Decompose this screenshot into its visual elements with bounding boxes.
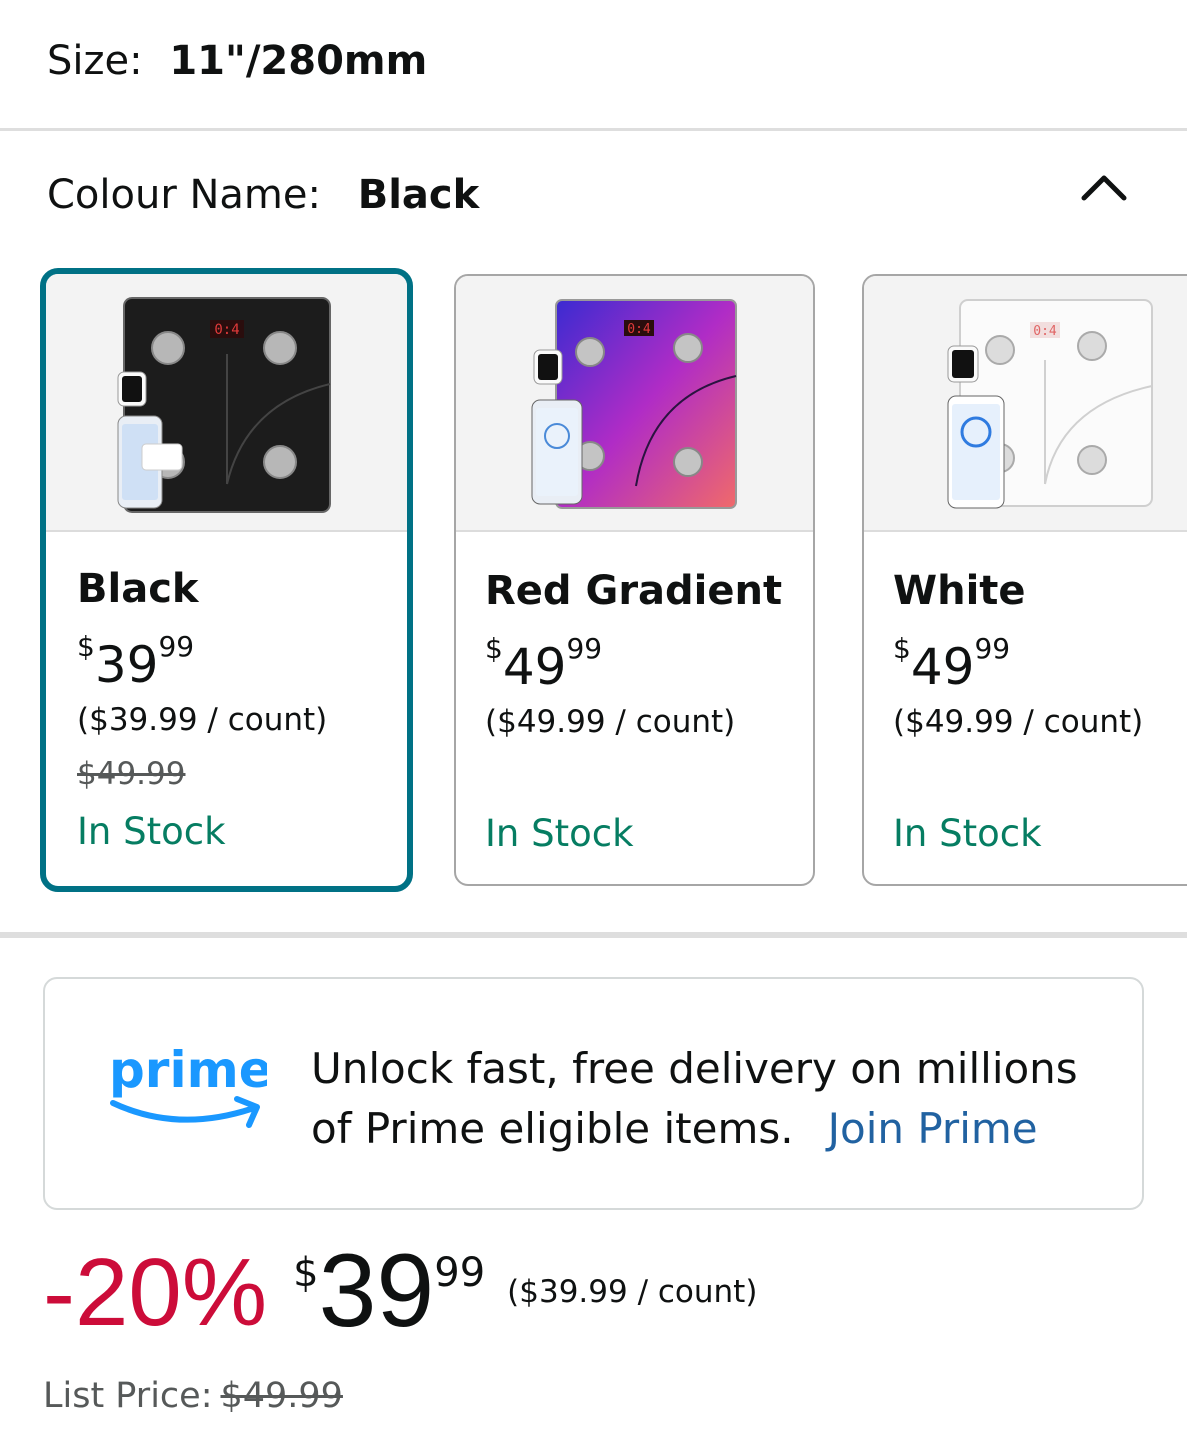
chevron-up-icon[interactable] — [1078, 168, 1130, 204]
price-whole: 39 — [318, 1233, 435, 1349]
colour-selector-header: Colour Name: Black — [47, 172, 479, 218]
buybox-price: -20% $3999 ($39.99 / count) — [43, 1233, 758, 1357]
scale-image-red-gradient: 0:4 — [531, 299, 737, 509]
prime-logo: prime — [109, 1041, 267, 1128]
product-image: 0:4 — [456, 276, 813, 532]
size-label: Size: — [47, 38, 143, 84]
swatch-name: Black — [77, 566, 199, 612]
swatch-unit-price: ($49.99 / count) — [485, 704, 736, 740]
list-price: List Price: $49.99 — [43, 1376, 343, 1416]
swatch-price: $4999 — [893, 632, 1011, 696]
prime-message-line-1: Unlock fast, free delivery on millions — [311, 1044, 1078, 1093]
prime-promo-card: prime Unlock fast, free delivery on mill… — [43, 977, 1144, 1210]
svg-text:prime: prime — [109, 1041, 267, 1099]
swatch-price: $4999 — [485, 632, 603, 696]
list-price-value: $49.99 — [220, 1376, 343, 1416]
svg-text:0:4: 0:4 — [627, 322, 651, 337]
swatch-availability: In Stock — [893, 812, 1042, 855]
swatch-list-price: $49.99 — [77, 756, 186, 792]
size-selector: Size: 11"/280mm — [47, 38, 427, 84]
join-prime-link[interactable]: Join Prime — [828, 1104, 1038, 1153]
scale-image-white: 0:4 — [947, 299, 1153, 509]
product-image: 0:4 — [864, 276, 1187, 532]
colour-label: Colour Name: — [47, 172, 321, 218]
price-fraction: 99 — [434, 1250, 486, 1296]
swatch-unit-price: ($39.99 / count) — [77, 702, 328, 738]
swatch-unit-price: ($49.99 / count) — [893, 704, 1144, 740]
swatch-price: $3999 — [77, 630, 195, 694]
product-image: 0:4 — [46, 274, 407, 532]
colour-swatch-black[interactable]: 0:4 Black $3999 ($39.99 / count) $49.99 … — [40, 268, 413, 892]
section-divider — [0, 128, 1187, 131]
colour-swatch-red-gradient[interactable]: 0:4 Red Gradient $4999 ($49.99 / count) … — [454, 274, 815, 886]
discount-percent: -20% — [43, 1239, 268, 1346]
swatch-name: Red Gradient — [485, 568, 783, 614]
svg-text:0:4: 0:4 — [214, 322, 239, 338]
svg-text:0:4: 0:4 — [1033, 324, 1057, 339]
prime-message-line-2: of Prime eligible items. Join Prime — [311, 1104, 1038, 1153]
colour-value: Black — [357, 172, 480, 218]
section-divider — [0, 932, 1187, 938]
swatch-availability: In Stock — [485, 812, 634, 855]
swatch-name: White — [893, 568, 1026, 614]
colour-swatch-white[interactable]: 0:4 White $4999 ($49.99 / count) In Stoc… — [862, 274, 1187, 886]
unit-price: ($39.99 / count) — [507, 1274, 758, 1310]
list-price-label: List Price: — [43, 1376, 213, 1416]
price-symbol: $ — [293, 1250, 319, 1296]
scale-image-black: 0:4 — [117, 297, 331, 513]
swatch-availability: In Stock — [77, 810, 226, 853]
size-value: 11"/280mm — [169, 38, 428, 84]
prime-message: Unlock fast, free delivery on millions o… — [311, 1039, 1078, 1159]
